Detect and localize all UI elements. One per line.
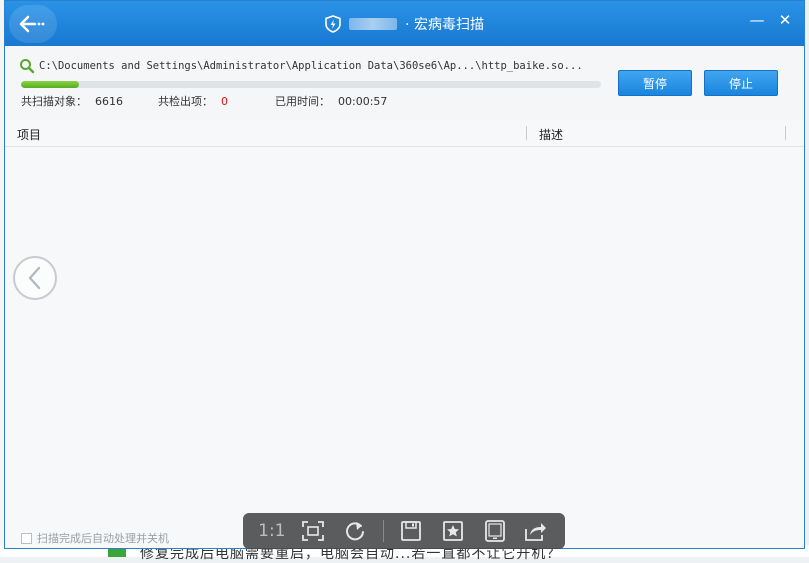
pause-button[interactable]: 暂停 xyxy=(618,70,692,96)
time-value: 00:00:57 xyxy=(338,95,388,108)
found-value: 0 xyxy=(221,95,228,108)
scan-status-panel: C:\Documents and Settings\Administrator\… xyxy=(5,46,804,121)
tablet-icon xyxy=(484,520,505,542)
favorite-button[interactable] xyxy=(439,517,467,545)
column-header-item[interactable]: 项目 xyxy=(17,126,41,143)
share-icon xyxy=(525,523,547,541)
obscured-product-name xyxy=(349,17,398,30)
share-button[interactable] xyxy=(522,517,550,545)
scan-progress-bar xyxy=(21,81,601,88)
stop-button[interactable]: 停止 xyxy=(704,70,778,96)
window-title-area: · 宏病毒扫描 xyxy=(5,1,804,46)
scan-stats: 共扫描对象： 6616 共检出项： 0 已用时间： 00:00:57 xyxy=(21,93,387,109)
rotate-icon xyxy=(346,522,365,541)
chevron-left-icon xyxy=(28,266,41,290)
favorite-icon xyxy=(443,521,463,541)
actual-size-button[interactable]: 1:1 xyxy=(258,517,286,545)
save-button[interactable] xyxy=(397,517,425,545)
column-header-description[interactable]: 描述 xyxy=(539,126,563,143)
save-icon xyxy=(401,521,422,541)
shield-icon xyxy=(325,14,341,33)
auto-shutdown-checkbox[interactable] xyxy=(21,532,32,544)
rotate-button[interactable] xyxy=(341,517,369,545)
objects-value: 6616 xyxy=(95,95,123,108)
column-divider[interactable] xyxy=(785,126,786,140)
current-scan-path: C:\Documents and Settings\Administrator\… xyxy=(19,58,583,74)
auto-shutdown-option[interactable]: 扫描完成后自动处理并关机 xyxy=(21,530,169,546)
fit-screen-icon xyxy=(302,521,325,541)
results-table-body xyxy=(5,147,804,517)
found-label: 共检出项： xyxy=(158,95,213,108)
scan-path-text: C:\Documents and Settings\Administrator\… xyxy=(39,60,583,72)
close-icon: ✕ xyxy=(778,10,792,29)
window-title: · 宏病毒扫描 xyxy=(405,16,484,33)
toolbar-divider xyxy=(382,520,384,542)
close-button[interactable]: ✕ xyxy=(776,11,794,29)
results-table-header: 项目 描述 xyxy=(5,120,804,147)
actual-size-label: 1:1 xyxy=(258,521,286,541)
magnifier-icon xyxy=(20,59,35,74)
objects-label: 共扫描对象： xyxy=(21,95,87,108)
scan-progress-fill xyxy=(21,81,79,88)
fit-screen-button[interactable] xyxy=(299,517,327,545)
previous-image-button[interactable] xyxy=(13,256,57,300)
auto-shutdown-label: 扫描完成后自动处理并关机 xyxy=(37,532,169,545)
title-bar: · 宏病毒扫描 — ✕ xyxy=(5,1,804,46)
minimize-button[interactable]: — xyxy=(748,11,766,29)
column-divider[interactable] xyxy=(526,126,527,140)
virus-scan-window: · 宏病毒扫描 — ✕ C:\Documents and Settings\Ad… xyxy=(4,0,805,549)
image-viewer-toolbar: 1:1 xyxy=(243,513,565,549)
time-label: 已用时间： xyxy=(275,95,330,108)
device-button[interactable] xyxy=(481,517,509,545)
minimize-icon: — xyxy=(749,10,765,29)
